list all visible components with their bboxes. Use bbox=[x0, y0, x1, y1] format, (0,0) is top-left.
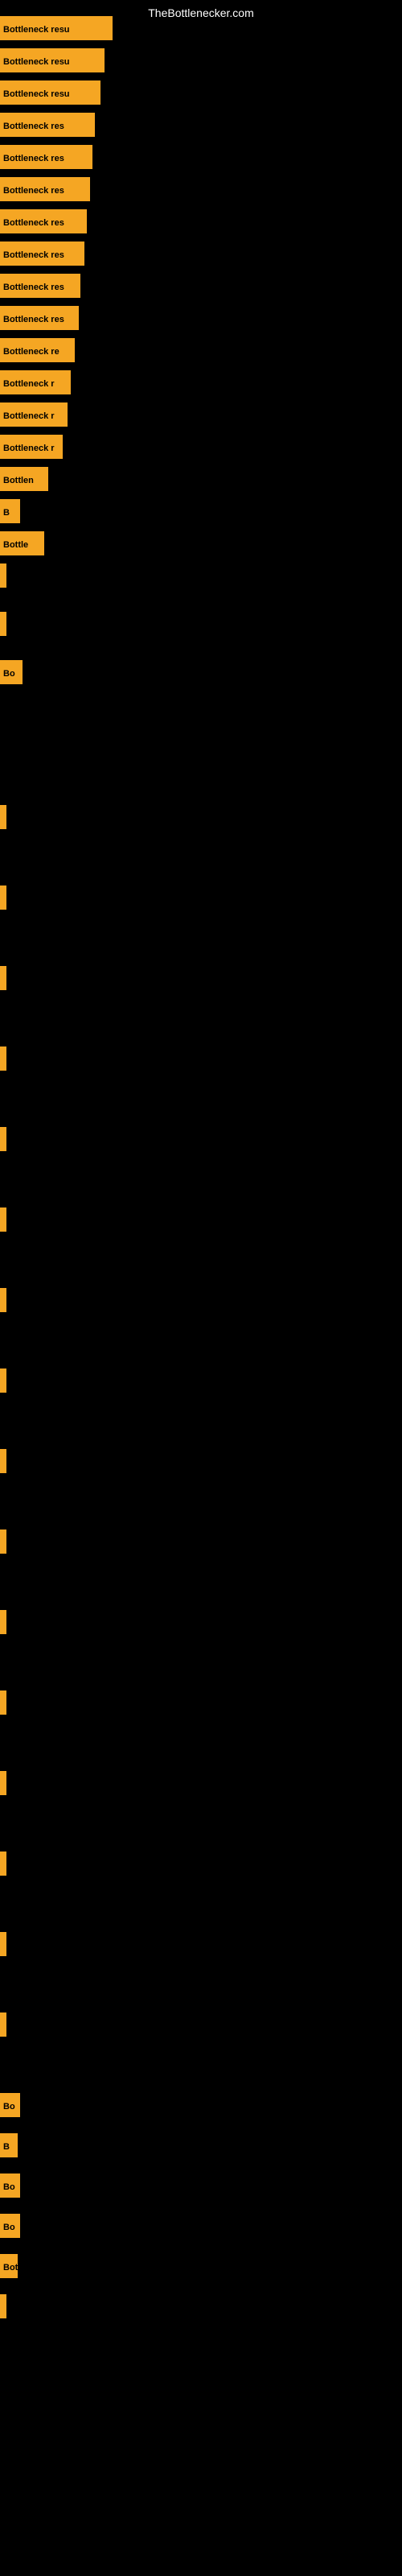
bar-label-19: Bo bbox=[0, 660, 23, 684]
bar-item-12: Bottleneck r bbox=[0, 402, 68, 427]
bar-label-1: Bottleneck resu bbox=[0, 48, 105, 72]
bar-item-32 bbox=[0, 1771, 6, 1795]
bar-item-8: Bottleneck res bbox=[0, 274, 80, 298]
bar-item-13: Bottleneck r bbox=[0, 435, 63, 459]
bar-label-15: B bbox=[0, 499, 20, 523]
bar-item-0: Bottleneck resu bbox=[0, 16, 113, 40]
bar-item-19: Bo bbox=[0, 660, 23, 684]
bar-item-38: Bo bbox=[0, 2174, 20, 2198]
bar-item-27 bbox=[0, 1368, 6, 1393]
bar-item-20 bbox=[0, 805, 6, 829]
bar-label-25 bbox=[0, 1208, 6, 1232]
bar-item-17 bbox=[0, 564, 6, 588]
bar-label-33 bbox=[0, 1852, 6, 1876]
bar-label-36: Bo bbox=[0, 2093, 20, 2117]
bar-label-9: Bottleneck res bbox=[0, 306, 79, 330]
bar-label-34 bbox=[0, 1932, 6, 1956]
bar-label-8: Bottleneck res bbox=[0, 274, 80, 298]
bar-item-31 bbox=[0, 1690, 6, 1715]
bar-item-40: Bott bbox=[0, 2254, 18, 2278]
bar-item-23 bbox=[0, 1046, 6, 1071]
bar-label-12: Bottleneck r bbox=[0, 402, 68, 427]
bar-item-6: Bottleneck res bbox=[0, 209, 87, 233]
bar-label-41 bbox=[0, 2294, 6, 2318]
bar-label-24 bbox=[0, 1127, 6, 1151]
bar-label-30 bbox=[0, 1610, 6, 1634]
bar-label-4: Bottleneck res bbox=[0, 145, 92, 169]
bar-item-36: Bo bbox=[0, 2093, 20, 2117]
bar-label-20 bbox=[0, 805, 6, 829]
bar-item-30 bbox=[0, 1610, 6, 1634]
bar-item-28 bbox=[0, 1449, 6, 1473]
bar-item-21 bbox=[0, 886, 6, 910]
bar-label-17 bbox=[0, 564, 6, 588]
bar-label-37: B bbox=[0, 2133, 18, 2157]
bar-item-11: Bottleneck r bbox=[0, 370, 71, 394]
bar-label-28 bbox=[0, 1449, 6, 1473]
bar-label-22 bbox=[0, 966, 6, 990]
bar-item-37: B bbox=[0, 2133, 18, 2157]
bar-label-3: Bottleneck res bbox=[0, 113, 95, 137]
bar-item-15: B bbox=[0, 499, 20, 523]
bar-item-35 bbox=[0, 2013, 6, 2037]
bar-label-31 bbox=[0, 1690, 6, 1715]
bar-item-22 bbox=[0, 966, 6, 990]
bar-item-34 bbox=[0, 1932, 6, 1956]
bar-label-6: Bottleneck res bbox=[0, 209, 87, 233]
bar-label-10: Bottleneck re bbox=[0, 338, 75, 362]
bar-item-29 bbox=[0, 1530, 6, 1554]
bar-item-24 bbox=[0, 1127, 6, 1151]
bar-label-23 bbox=[0, 1046, 6, 1071]
bar-label-7: Bottleneck res bbox=[0, 242, 84, 266]
bar-label-2: Bottleneck resu bbox=[0, 80, 100, 105]
bar-item-25 bbox=[0, 1208, 6, 1232]
bar-label-16: Bottle bbox=[0, 531, 44, 555]
bar-label-13: Bottleneck r bbox=[0, 435, 63, 459]
bar-item-14: Bottlen bbox=[0, 467, 48, 491]
bar-item-5: Bottleneck res bbox=[0, 177, 90, 201]
bar-label-26 bbox=[0, 1288, 6, 1312]
bar-item-41 bbox=[0, 2294, 6, 2318]
bar-item-26 bbox=[0, 1288, 6, 1312]
bar-label-14: Bottlen bbox=[0, 467, 48, 491]
bar-label-18 bbox=[0, 612, 6, 636]
bar-label-39: Bo bbox=[0, 2214, 20, 2238]
bar-label-29 bbox=[0, 1530, 6, 1554]
bar-item-2: Bottleneck resu bbox=[0, 80, 100, 105]
bar-label-35 bbox=[0, 2013, 6, 2037]
bar-item-1: Bottleneck resu bbox=[0, 48, 105, 72]
bar-item-33 bbox=[0, 1852, 6, 1876]
bar-label-27 bbox=[0, 1368, 6, 1393]
bar-label-40: Bott bbox=[0, 2254, 18, 2278]
bar-item-18 bbox=[0, 612, 6, 636]
bar-label-0: Bottleneck resu bbox=[0, 16, 113, 40]
bar-label-5: Bottleneck res bbox=[0, 177, 90, 201]
bar-label-21 bbox=[0, 886, 6, 910]
bar-item-4: Bottleneck res bbox=[0, 145, 92, 169]
bar-label-11: Bottleneck r bbox=[0, 370, 71, 394]
bar-item-16: Bottle bbox=[0, 531, 44, 555]
bar-item-10: Bottleneck re bbox=[0, 338, 75, 362]
bar-item-39: Bo bbox=[0, 2214, 20, 2238]
bar-item-9: Bottleneck res bbox=[0, 306, 79, 330]
bar-item-3: Bottleneck res bbox=[0, 113, 95, 137]
bar-label-38: Bo bbox=[0, 2174, 20, 2198]
bar-item-7: Bottleneck res bbox=[0, 242, 84, 266]
bar-label-32 bbox=[0, 1771, 6, 1795]
